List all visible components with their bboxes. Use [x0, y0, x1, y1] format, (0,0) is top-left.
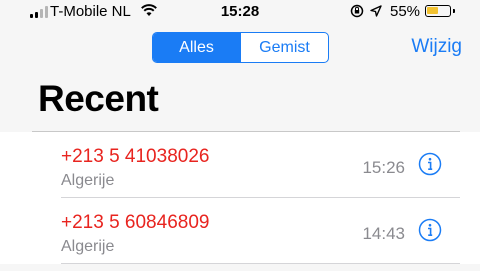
segment-missed[interactable]: Gemist	[240, 33, 328, 62]
page-title: Recent	[38, 78, 159, 119]
call-filter-segmented-control: Alles Gemist	[152, 32, 329, 63]
call-location: Algerije	[61, 172, 115, 189]
call-number: +213 5 41038026	[61, 146, 210, 167]
call-location: Algerije	[61, 238, 115, 255]
info-icon[interactable]	[418, 218, 442, 242]
call-time: 15:26	[362, 158, 405, 177]
segment-all[interactable]: Alles	[153, 33, 240, 62]
call-time: 14:43	[362, 224, 405, 243]
battery-icon	[425, 5, 455, 17]
recent-calls-list: +213 5 41038026 Algerije 15:26 +213 5 60…	[0, 132, 480, 264]
battery-percentage: 55%	[390, 3, 421, 20]
row-divider	[61, 263, 460, 264]
info-icon[interactable]	[418, 152, 442, 176]
call-row[interactable]: +213 5 60846809 Algerije 14:43	[0, 198, 480, 264]
location-arrow-icon	[370, 5, 382, 17]
call-number: +213 5 60846809	[61, 212, 210, 233]
status-bar: T-Mobile NL 15:28 55%	[0, 0, 480, 26]
call-row[interactable]: +213 5 41038026 Algerije 15:26	[0, 132, 480, 198]
edit-button[interactable]: Wijzig	[411, 36, 462, 58]
rotation-lock-icon	[350, 4, 364, 18]
